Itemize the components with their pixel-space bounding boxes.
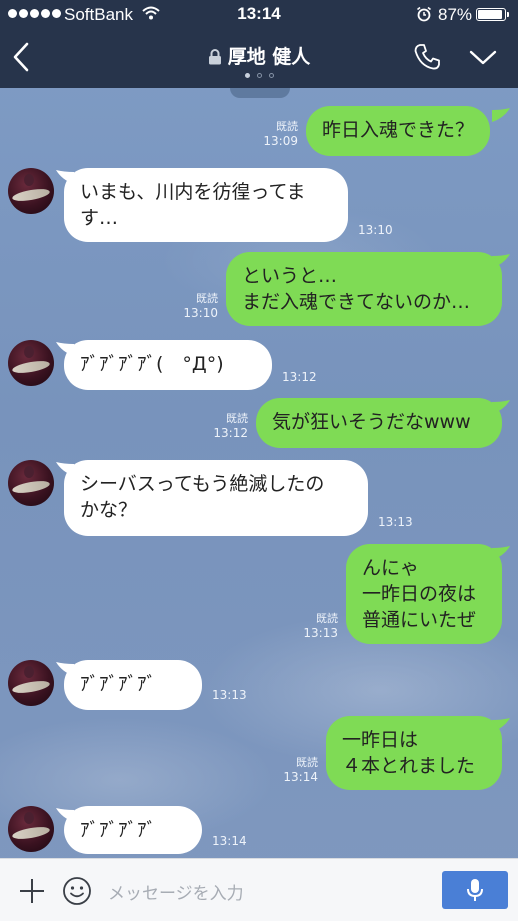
- phone-icon[interactable]: [412, 42, 442, 72]
- message-time: 13:12: [213, 426, 248, 440]
- avatar[interactable]: [8, 806, 54, 852]
- message-time: 13:13: [378, 515, 413, 529]
- bubble-tail: [492, 108, 510, 122]
- avatar[interactable]: [8, 460, 54, 506]
- chat-header: SoftBank 13:14 87% 厚地 健人: [0, 0, 518, 88]
- chevron-down-icon[interactable]: [468, 48, 498, 68]
- message-bubble[interactable]: シーバスってもう絶滅したの かな？: [64, 460, 368, 536]
- plus-icon[interactable]: [18, 877, 46, 905]
- battery-percent: 87%: [438, 5, 473, 24]
- page-indicator: [0, 73, 518, 78]
- message-time: 13:13: [303, 626, 338, 640]
- avatar[interactable]: [8, 660, 54, 706]
- alarm-icon: [417, 6, 431, 22]
- message-bubble[interactable]: ｱﾞｱﾞｱﾞｱﾞ: [64, 660, 202, 710]
- read-receipt: 既読: [196, 292, 218, 305]
- page-dot: [268, 73, 274, 78]
- message-bubble[interactable]: ｱﾞｱﾞｱﾞｱﾞ: [64, 806, 202, 854]
- read-receipt: 既読: [296, 756, 318, 769]
- battery-icon: [476, 8, 509, 21]
- message-time: 13:10: [358, 223, 393, 237]
- message-time: 13:13: [212, 688, 247, 702]
- pull-tab[interactable]: [230, 88, 290, 98]
- page-dot: [256, 73, 262, 78]
- message-bubble[interactable]: 昨日入魂できた？: [306, 106, 491, 156]
- voice-button[interactable]: [442, 871, 508, 909]
- message-bubble[interactable]: いまも、川内を彷徨ってま す…: [64, 168, 348, 242]
- read-receipt: 既読: [316, 612, 338, 625]
- read-receipt: 既読: [276, 120, 298, 133]
- message-input[interactable]: メッセージを入力: [108, 879, 244, 904]
- message-time: 13:14: [283, 770, 318, 784]
- message-bubble[interactable]: というと… まだ入魂できてないのか…: [226, 252, 502, 326]
- read-receipt: 既読: [226, 412, 248, 425]
- status-bar: SoftBank 13:14 87%: [0, 0, 518, 30]
- message-bubble[interactable]: 一昨日は ４本とれました: [326, 716, 502, 790]
- avatar[interactable]: [8, 340, 54, 386]
- smiley-icon[interactable]: [62, 876, 92, 906]
- message-time: 13:10: [183, 306, 218, 320]
- message-time: 13:09: [263, 134, 298, 148]
- message-bubble[interactable]: ｱﾞｱﾞｱﾞｱﾞ( °Д°): [64, 340, 272, 390]
- lock-icon: [208, 49, 221, 65]
- microphone-icon: [467, 879, 483, 901]
- contact-name: 厚地 健人: [227, 46, 311, 68]
- message-time: 13:12: [282, 370, 317, 384]
- message-bubble[interactable]: 気が狂いそうだなwww: [256, 398, 502, 448]
- avatar[interactable]: [8, 168, 54, 214]
- message-time: 13:14: [212, 834, 247, 848]
- page-dot: [244, 73, 250, 78]
- message-input-bar: メッセージを入力: [0, 858, 518, 921]
- message-bubble[interactable]: んにゃ 一昨日の夜は 普通にいたぜ: [346, 544, 502, 644]
